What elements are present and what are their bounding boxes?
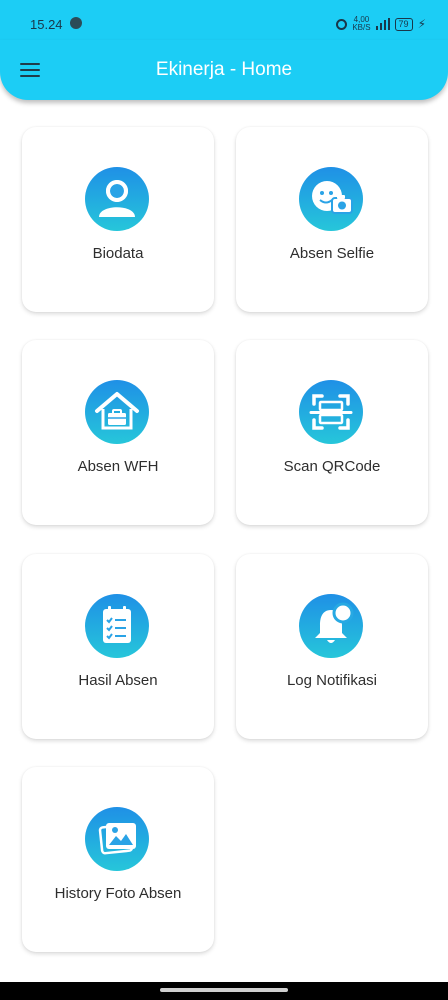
menu-card-scan-qrcode[interactable]: Scan QRCode xyxy=(236,340,428,525)
menu-card-biodata[interactable]: Biodata xyxy=(22,127,214,312)
system-navigation-bar xyxy=(0,982,448,1000)
menu-card-label: Log Notifikasi xyxy=(286,672,378,689)
menu-card-label: Biodata xyxy=(92,245,144,262)
charging-icon: ⚡ xyxy=(417,17,426,31)
selfie-camera-icon xyxy=(299,167,363,231)
net-speed: 4,00 KB/S xyxy=(352,16,370,32)
menu-card-label: Absen Selfie xyxy=(289,245,375,262)
photo-gallery-icon xyxy=(85,807,149,871)
menu-card-history-foto-absen[interactable]: History Foto Absen xyxy=(22,767,214,952)
menu-card-label: Hasil Absen xyxy=(78,672,158,689)
app-bar: Ekinerja - Home xyxy=(0,40,448,100)
alarm-icon xyxy=(336,18,348,30)
checklist-icon xyxy=(85,594,149,658)
menu-card-label: Scan QRCode xyxy=(283,458,381,475)
menu-card-absen-selfie[interactable]: Absen Selfie xyxy=(236,127,428,312)
menu-card-label: History Foto Absen xyxy=(54,885,182,902)
person-icon xyxy=(85,167,149,231)
battery-indicator: 79 xyxy=(394,17,413,31)
menu-card-label: Absen WFH xyxy=(77,458,159,475)
notification-bell-icon xyxy=(299,594,363,658)
qr-scan-icon xyxy=(299,380,363,444)
signal-icon xyxy=(375,18,390,30)
status-bar: 15.24 4,00 KB/S 79 ⚡ xyxy=(0,0,448,40)
status-time: 15.24 xyxy=(30,17,63,32)
status-indicators: 4,00 KB/S 79 ⚡ xyxy=(336,16,426,32)
page-title: Ekinerja - Home xyxy=(155,59,293,80)
menu-card-hasil-absen[interactable]: Hasil Absen xyxy=(22,554,214,739)
notification-dot-icon xyxy=(70,17,82,29)
net-speed-unit: KB/S xyxy=(352,23,371,32)
menu-card-log-notifikasi[interactable]: Log Notifikasi xyxy=(236,554,428,739)
menu-card-absen-wfh[interactable]: Absen WFH xyxy=(22,340,214,525)
home-gesture-handle[interactable] xyxy=(160,988,288,992)
home-work-icon xyxy=(85,380,149,444)
